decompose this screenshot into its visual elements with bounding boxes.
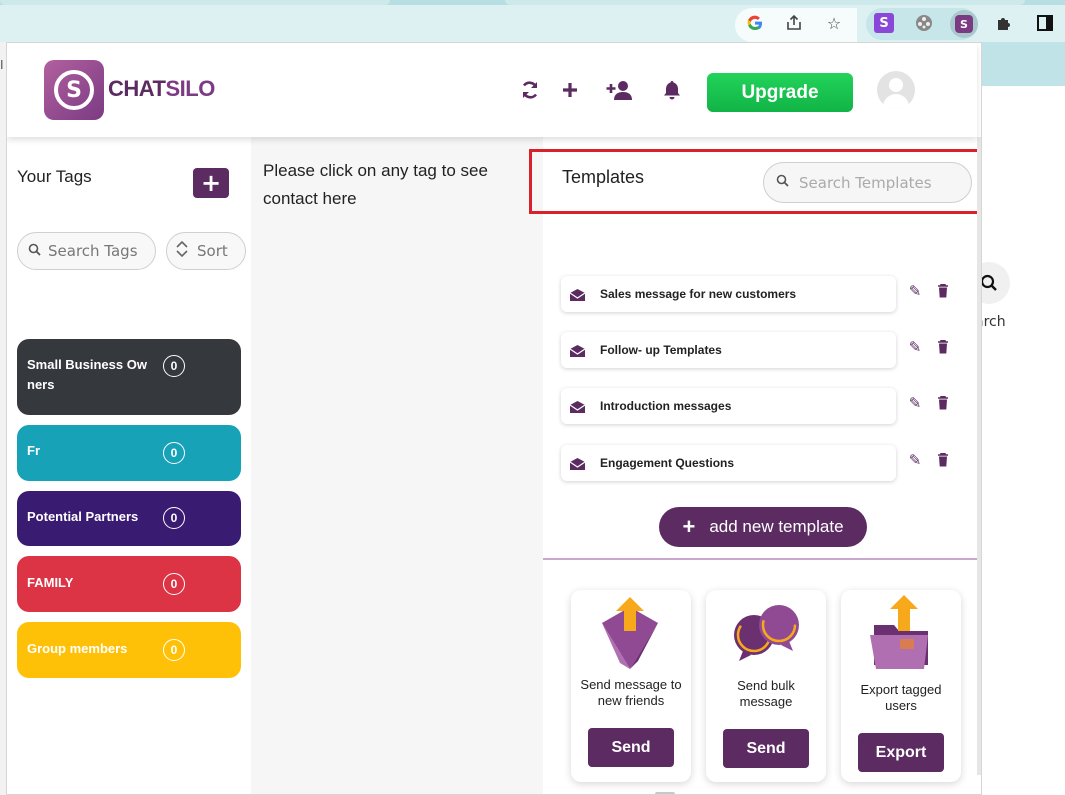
edit-icon[interactable]: ✎ [906,451,924,469]
star-icon[interactable]: ☆ [823,12,845,34]
trash-icon[interactable] [934,282,952,300]
trash-icon[interactable] [934,451,952,469]
send-bulk-card: Send bulk message Send [706,590,826,782]
trash-icon[interactable] [934,394,952,412]
search-tags-placeholder: Search Tags [48,242,138,260]
page-partial-text: I [0,58,4,72]
browser-tab[interactable] [0,0,390,5]
card-label: Export tagged users [860,682,942,713]
card-label: Send message to new friends [580,677,682,708]
plus-icon[interactable] [557,77,583,103]
envelope-icon [569,288,586,301]
google-icon[interactable] [744,12,766,34]
sort-label: Sort [197,242,228,260]
envelope-icon [569,344,586,357]
tag-item[interactable]: Group members 0 [17,622,241,678]
tag-item[interactable]: Small Business Ow ners 0 [17,339,241,415]
search-tags-input[interactable]: Search Tags [17,232,156,270]
browser-tab-strip [0,0,1065,5]
sidepanel-icon[interactable] [1034,12,1056,34]
extension-s-icon[interactable]: S [873,12,895,34]
brand-name-second: SILO [165,76,215,101]
tag-item[interactable]: FAMILY 0 [17,556,241,612]
trash-icon[interactable] [934,338,952,356]
tag-count-badge: 0 [163,639,185,661]
card-label: Send bulk message [737,678,795,709]
contacts-empty-message: Please click on any tag to see contact h… [263,161,488,208]
templates-panel: Templates Search Templates Sales message… [529,137,981,794]
envelope-upload-icon [596,595,666,670]
tag-name: Potential Partners [27,509,139,524]
contacts-panel: Please click on any tag to see contact h… [251,137,543,794]
add-user-icon[interactable] [604,77,636,103]
page-background [982,42,1065,86]
tags-panel: Your Tags + Search Tags Sort Small Busin… [7,137,251,794]
refresh-icon[interactable] [517,77,543,103]
search-templates-placeholder: Search Templates [799,173,932,192]
edit-icon[interactable]: ✎ [906,282,924,300]
template-name: Follow- up Templates [600,343,722,357]
puzzle-icon[interactable] [993,12,1015,34]
search-icon [28,243,41,260]
search-templates-input[interactable]: Search Templates [763,162,972,203]
send-button[interactable]: Send [723,729,809,768]
chatsilo-ext-icon[interactable]: S [950,10,978,38]
template-item[interactable]: Introduction messages [561,388,896,424]
send-new-friends-card: Send message to new friends Send [571,590,691,782]
browser-tab[interactable] [505,0,1025,5]
brand-name-first: CHAT [108,76,166,101]
template-name: Engagement Questions [600,456,735,470]
folder-export-icon [866,595,936,670]
bell-icon[interactable] [659,77,685,103]
tag-item[interactable]: Fr 0 [17,425,241,481]
tag-count-badge: 0 [163,355,185,377]
scrollbar[interactable] [977,137,981,775]
send-button[interactable]: Send [588,728,674,767]
chatsilo-popup: S CHATSILO Upgrade Your Tags + Search Ta… [6,42,982,795]
envelope-icon [569,400,586,413]
search-icon [776,174,789,191]
template-name: Sales message for new customers [600,287,797,301]
edit-icon[interactable]: ✎ [906,338,924,356]
brand-name: CHATSILO [108,76,215,102]
add-template-label: add new template [709,517,844,536]
tag-name: Small Business Ow ners [27,357,147,392]
template-item[interactable]: Sales message for new customers [561,276,896,312]
add-template-button[interactable]: + add new template [659,507,867,547]
tag-name: FAMILY [27,575,74,590]
logo-glyph: S [54,70,94,110]
page-background [982,86,1065,795]
export-users-card: Export tagged users Export [841,590,961,782]
edit-icon[interactable]: ✎ [906,394,924,412]
bulk-chat-icon [731,595,801,670]
share-icon[interactable] [783,12,805,34]
template-item[interactable]: Follow- up Templates [561,332,896,368]
tag-count-badge: 0 [163,507,185,529]
upgrade-button[interactable]: Upgrade [707,73,853,112]
templates-title: Templates [562,167,645,187]
popup-header: S CHATSILO Upgrade [7,43,977,137]
sort-icon [175,240,189,262]
plus-icon: + [682,514,696,539]
template-item[interactable]: Engagement Questions [561,445,896,481]
tag-name: Fr [27,443,40,458]
film-icon[interactable] [913,12,935,34]
sort-button[interactable]: Sort [166,232,246,270]
chatsilo-logo: S [44,60,104,120]
add-tag-button[interactable]: + [193,168,229,198]
section-divider [543,558,977,560]
envelope-icon [569,457,586,470]
tags-title: Your Tags [17,167,92,186]
tag-name: Group members [27,641,128,656]
template-name: Introduction messages [600,399,732,413]
tag-count-badge: 0 [163,573,185,595]
tag-count-badge: 0 [163,442,185,464]
avatar[interactable] [877,71,915,109]
export-button[interactable]: Export [858,733,944,772]
tag-item[interactable]: Potential Partners 0 [17,491,241,546]
